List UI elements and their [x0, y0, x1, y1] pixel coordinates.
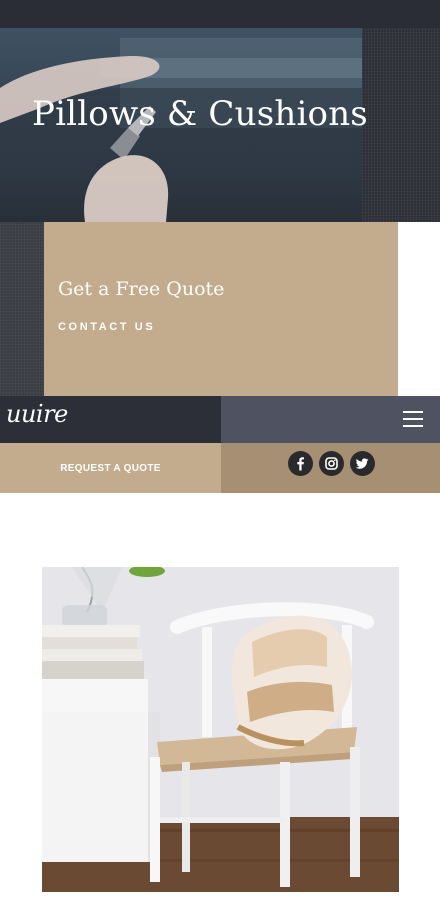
quote-heading: Get a Free Quote — [58, 278, 225, 300]
facebook-icon[interactable] — [288, 451, 313, 476]
hamburger-menu-icon[interactable] — [403, 411, 423, 427]
product-photo-chair — [42, 567, 399, 892]
page-title: Pillows & Cushions — [32, 94, 368, 134]
quote-box — [44, 222, 398, 396]
hamburger-line — [403, 425, 423, 427]
instagram-icon[interactable] — [319, 451, 344, 476]
top-strip — [0, 0, 440, 28]
contact-us-link[interactable]: CONTACT US — [58, 321, 155, 333]
hamburger-line — [403, 418, 423, 420]
twitter-icon[interactable] — [350, 451, 375, 476]
fabric-texture-left — [0, 222, 44, 396]
hamburger-line — [403, 411, 423, 413]
request-quote-button[interactable]: REQUEST A QUOTE — [0, 443, 221, 493]
site-logo[interactable]: uuire — [6, 400, 68, 428]
product-photo-art — [42, 567, 399, 892]
fabric-texture-right — [362, 28, 440, 222]
